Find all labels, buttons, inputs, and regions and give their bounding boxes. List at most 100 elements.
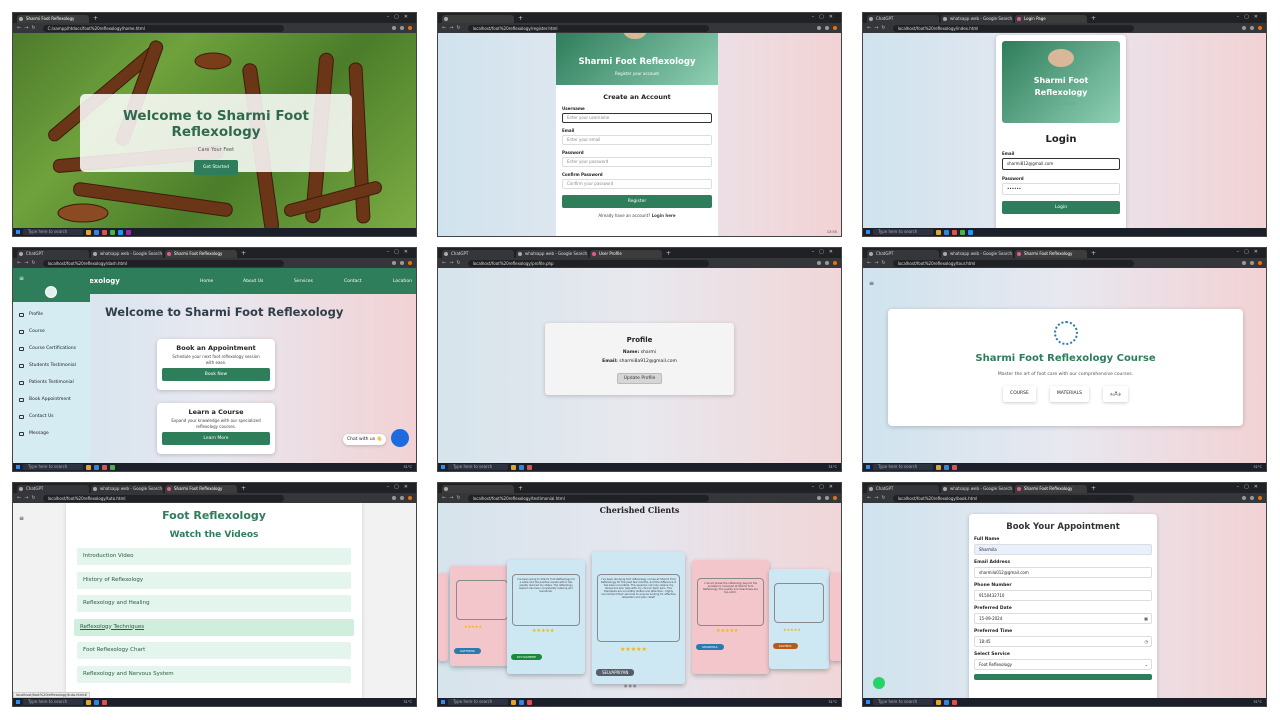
toolbar-icons[interactable] xyxy=(392,261,412,265)
video-item[interactable]: Reflexology and Healing xyxy=(77,595,351,612)
nav-home[interactable]: Home xyxy=(200,279,213,284)
sidebar-item-book-appointment[interactable]: Book Appointment xyxy=(13,391,90,408)
taskbar-search[interactable]: Type here to search xyxy=(23,699,83,705)
video-item[interactable]: History of Reflexology xyxy=(77,571,351,589)
password-input[interactable]: •••••• xyxy=(1002,183,1120,195)
testimonial-card[interactable]: ★★★★★ KAVINYA xyxy=(769,569,829,669)
url-field[interactable]: localhost/foot%20reflexology/tuto.html xyxy=(42,494,285,502)
browser-tab[interactable]: ChatGPT xyxy=(867,15,939,23)
nav-arrows-icon[interactable]: ←→↻ xyxy=(17,260,39,266)
url-field[interactable]: localhost/foot%20reflexology/book.html xyxy=(892,494,1135,502)
url-field[interactable]: C:/xampp/htdocs/foot%20reflexology/home.… xyxy=(42,24,285,32)
browser-tab[interactable]: whatsapp web - Google Search xyxy=(941,485,1013,493)
app-icon[interactable] xyxy=(126,229,131,235)
browser-tab[interactable] xyxy=(442,485,514,493)
nav-arrows-icon[interactable]: ←→↻ xyxy=(867,25,889,31)
window-controls[interactable]: –▢✕ xyxy=(1237,249,1263,255)
learn-more-button[interactable]: Learn More xyxy=(162,432,270,445)
app-icon[interactable] xyxy=(110,464,115,470)
new-tab-icon[interactable]: + xyxy=(666,250,671,258)
browser-tab[interactable]: Sharmi Foot Reflexology xyxy=(1015,485,1087,493)
new-tab-icon[interactable]: + xyxy=(93,15,98,23)
update-profile-button[interactable]: Update Profile xyxy=(616,373,663,384)
app-icon[interactable] xyxy=(86,699,91,705)
window-controls[interactable]: –▢✕ xyxy=(812,249,838,255)
chat-icon[interactable] xyxy=(391,429,409,447)
date-input[interactable]: 15-09-2024 ▦ xyxy=(974,613,1152,624)
toolbar-icons[interactable] xyxy=(392,26,412,30)
url-field[interactable]: localhost/foot%20reflexology/tour.html xyxy=(892,259,1135,267)
app-icon[interactable] xyxy=(527,699,532,705)
app-icon[interactable] xyxy=(102,464,107,470)
materials-tab-button[interactable]: MATERIALS xyxy=(1050,386,1089,402)
chat-bubble[interactable]: Chat with us 👋 xyxy=(343,434,387,445)
browser-tab[interactable]: ChatGPT xyxy=(867,250,939,258)
taskbar-search[interactable]: Type here to search xyxy=(23,464,83,470)
browser-tab[interactable] xyxy=(442,15,514,23)
window-controls[interactable]: –▢✕ xyxy=(812,14,838,20)
nav-arrows-icon[interactable]: ←→↻ xyxy=(442,495,464,501)
video-item-hovered[interactable]: Reflexology Techniques xyxy=(74,618,354,636)
sidebar-item-profile[interactable]: Profile xyxy=(13,306,90,323)
new-tab-icon[interactable]: + xyxy=(1091,485,1096,493)
testimonial-card[interactable]: I've been going to Sharmi Foot Reflexolo… xyxy=(507,560,585,674)
login-button[interactable]: Login xyxy=(1002,201,1120,214)
video-item[interactable]: Foot Reflexology Chart xyxy=(77,642,351,659)
window-controls[interactable]: –▢✕ xyxy=(1237,484,1263,490)
url-field[interactable]: localhost/foot%20reflexology/register.ht… xyxy=(467,24,710,32)
browser-tab[interactable]: ChatGPT xyxy=(867,485,939,493)
browser-tab[interactable]: whatsapp web - Google Search xyxy=(91,485,163,493)
sidebar-item-students-testimonial[interactable]: Students Testimonial xyxy=(13,357,90,374)
windows-start-icon[interactable] xyxy=(16,230,20,234)
app-icon[interactable] xyxy=(102,699,107,705)
testimonial-card-active[interactable]: I've been studying foot reflexology cour… xyxy=(592,552,685,684)
browser-tab[interactable]: Sharmi Foot Reflexology xyxy=(165,485,237,493)
taskbar-search[interactable]: Type here to search xyxy=(448,464,508,470)
nav-services[interactable]: Services xyxy=(294,279,313,284)
app-icon[interactable] xyxy=(944,699,949,705)
hamburger-icon[interactable]: ≡ xyxy=(19,515,24,522)
nav-arrows-icon[interactable]: ←→↻ xyxy=(17,25,39,31)
email-input[interactable]: Enter your email xyxy=(562,135,712,145)
username-input[interactable]: Enter your username xyxy=(562,113,712,123)
nav-arrows-icon[interactable]: ←→↻ xyxy=(867,260,889,266)
taskbar-search[interactable]: Type here to search xyxy=(23,229,83,235)
nav-contact[interactable]: Contact xyxy=(344,279,362,284)
nav-arrows-icon[interactable]: ←→↻ xyxy=(867,495,889,501)
time-input[interactable]: 18:45 ◷ xyxy=(974,636,1152,647)
service-select[interactable]: Foot Reflexology ⌄ xyxy=(974,659,1152,670)
new-tab-icon[interactable]: + xyxy=(241,250,246,258)
phone-input[interactable]: 9150432710 xyxy=(974,590,1152,601)
sidebar-item-course[interactable]: Course xyxy=(13,323,90,340)
app-icon[interactable] xyxy=(86,229,91,235)
taskbar-search[interactable]: Type here to search xyxy=(873,464,933,470)
window-controls[interactable]: –▢✕ xyxy=(387,14,413,20)
taskbar-search[interactable]: Type here to search xyxy=(873,699,933,705)
submit-button[interactable] xyxy=(974,674,1152,680)
confirm-password-input[interactable]: Confirm your password xyxy=(562,179,712,189)
browser-tab[interactable]: whatsapp web - Google Search xyxy=(516,250,588,258)
windows-start-icon[interactable] xyxy=(866,230,870,234)
browser-tab[interactable]: whatsapp web - Google Search xyxy=(91,250,163,258)
url-field[interactable]: localhost/foot%20reflexology/dash.html xyxy=(42,259,285,267)
taskbar-search[interactable]: Type here to search xyxy=(873,229,933,235)
app-icon[interactable] xyxy=(952,229,957,235)
window-controls[interactable]: –▢✕ xyxy=(387,249,413,255)
browser-tab[interactable]: Login Page xyxy=(1015,15,1087,23)
window-controls[interactable]: –▢✕ xyxy=(812,484,838,490)
app-icon[interactable] xyxy=(118,229,123,235)
new-tab-icon[interactable]: + xyxy=(518,485,523,493)
nav-arrows-icon[interactable]: ←→↻ xyxy=(442,25,464,31)
password-input[interactable]: Enter your password xyxy=(562,157,712,167)
video-item[interactable]: Introduction Video xyxy=(77,548,351,565)
testimonial-card[interactable] xyxy=(830,573,841,661)
app-icon[interactable] xyxy=(86,464,91,470)
url-field[interactable]: localhost/foot%20reflexology/testimonial… xyxy=(467,494,710,502)
app-icon[interactable] xyxy=(960,229,965,235)
testimonial-card[interactable]: ★★★★★ SATHISHA xyxy=(450,566,514,666)
app-icon[interactable] xyxy=(511,699,516,705)
app-icon[interactable] xyxy=(94,229,99,235)
app-icon[interactable] xyxy=(527,464,532,470)
app-icon[interactable] xyxy=(936,229,941,235)
windows-start-icon[interactable] xyxy=(866,700,870,704)
